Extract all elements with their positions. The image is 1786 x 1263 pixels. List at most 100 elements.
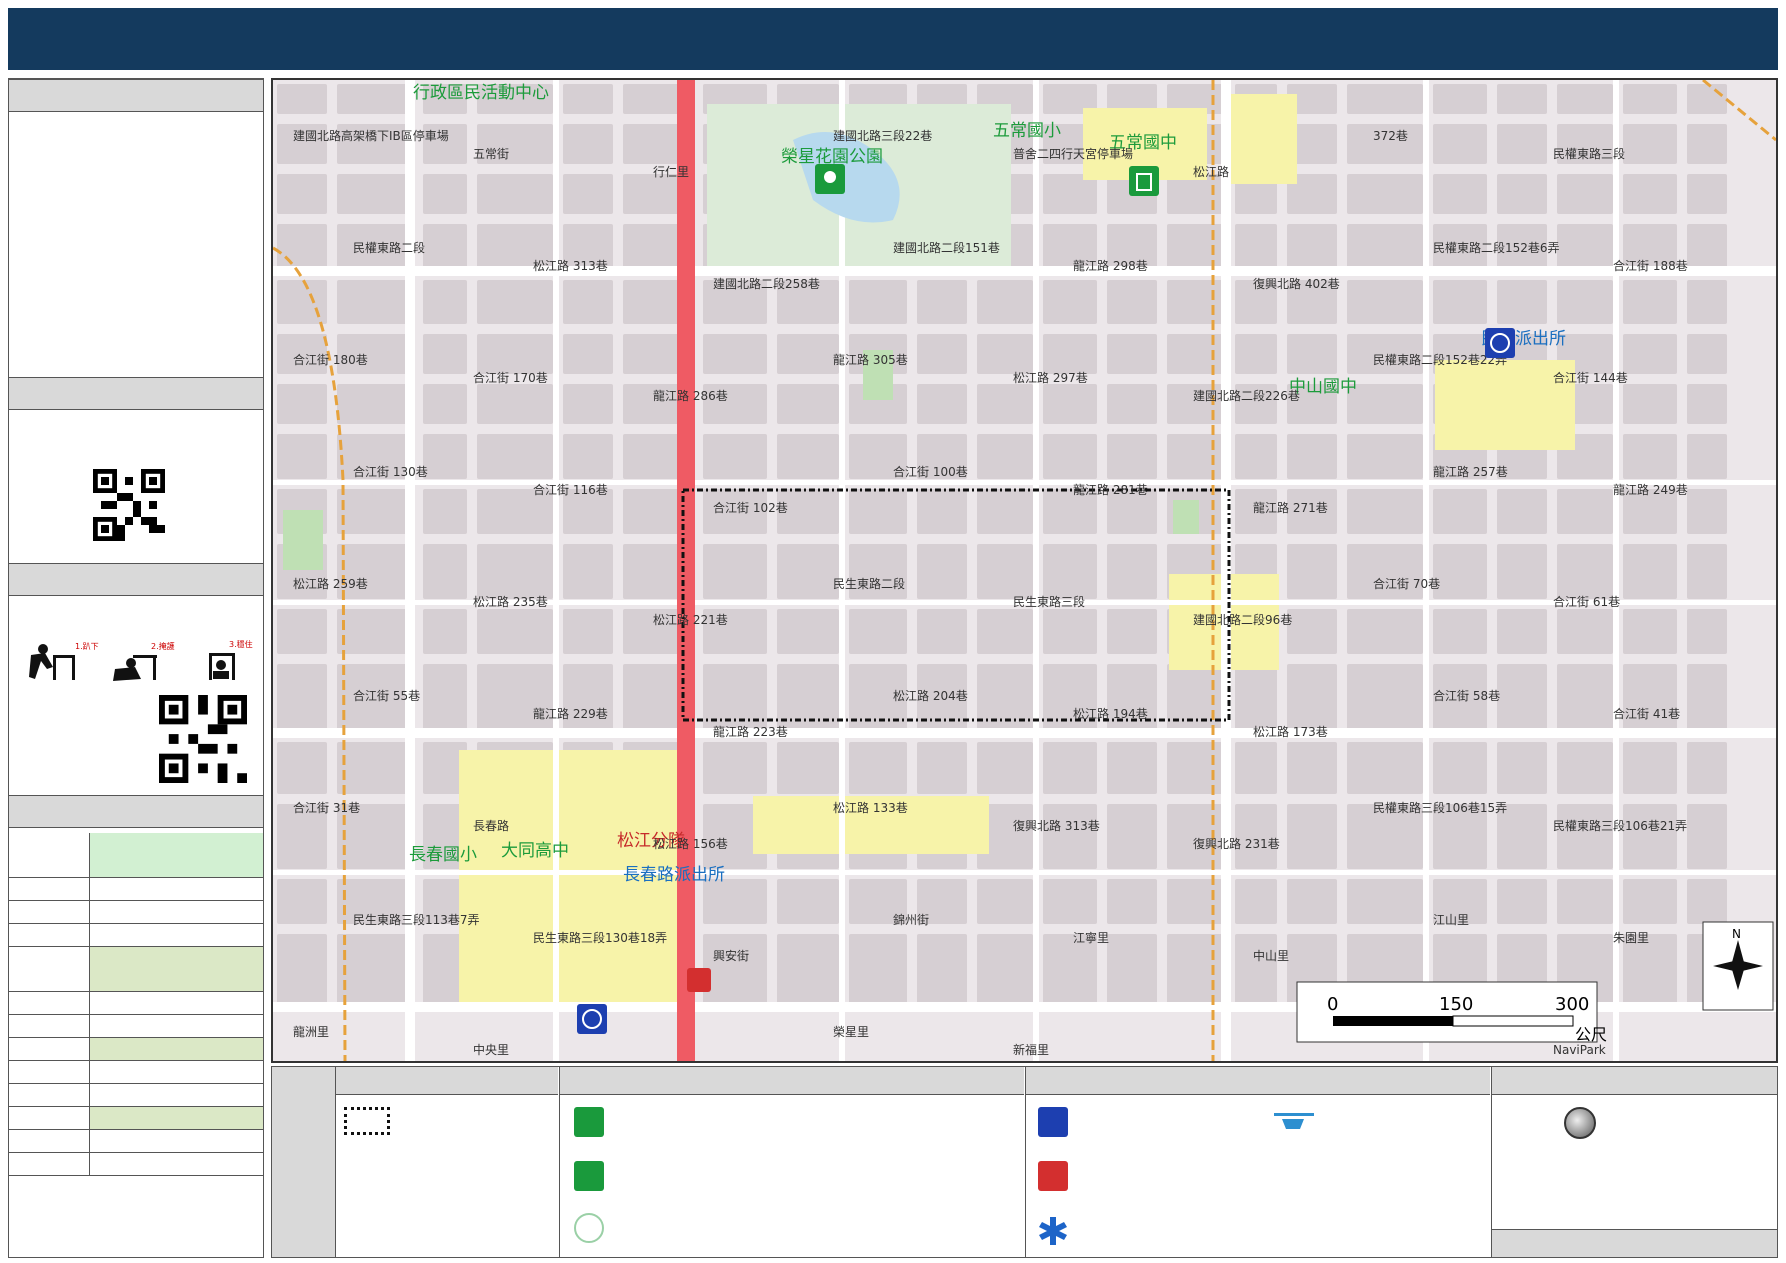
street-label: 372巷 [1373, 129, 1408, 143]
street-label: 建國北路高架橋下IB區停車場 [293, 128, 449, 143]
street-label: 松江路 204巷 [893, 688, 968, 703]
street-label: 中山里 [1253, 948, 1289, 963]
street-label: 松江路 297巷 [1013, 370, 1088, 385]
street-label: 龍江路 223巷 [713, 724, 788, 739]
scale-unit: 公尺 [1575, 1025, 1607, 1044]
step-cover-label: 2.掩護 [151, 641, 175, 651]
table-row [9, 947, 263, 992]
info-table [9, 833, 263, 1176]
street-label: 合江街 61巷 [1553, 594, 1620, 609]
map-area-label: 五常國小 [993, 121, 1061, 141]
street-label: 復興北路 231巷 [1193, 836, 1280, 851]
step-hold-label: 3.穩住 [229, 639, 253, 649]
street-label: 松江路 313巷 [533, 258, 608, 273]
map-area-label: 大同高中 [501, 841, 569, 861]
street-label: 龍江路 305巷 [833, 352, 908, 367]
table-row [9, 833, 263, 878]
street-label: 龍江路 281巷 [1073, 482, 1148, 497]
street-label: 江寧里 [1073, 930, 1109, 945]
scale-bar: 0 150 300 公尺 [1296, 981, 1607, 1044]
street-label: 龍江路 271巷 [1253, 500, 1328, 515]
qr-code-2-icon[interactable] [159, 695, 247, 783]
street-label: 建國北路二段96巷 [1193, 612, 1292, 627]
step-drop-label: 1.趴下 [75, 642, 99, 651]
scale-tick-300: 300 [1555, 994, 1589, 1015]
fire-icon [1038, 1161, 1068, 1191]
street-label: 長春路 [473, 818, 509, 833]
district-map[interactable]: 行政區民活動中心 榮星花園公園 五常國小 五常國中 中山國中 長春國小 大同高中 松江分隊 長春… [271, 78, 1778, 1063]
street-label: 松江路 173巷 [1253, 724, 1328, 739]
sidebar-section-header-2 [9, 377, 263, 410]
north-label: N [1732, 927, 1741, 941]
street-label: 建國北路三段22巷 [833, 128, 932, 143]
legend-col-other [1492, 1067, 1777, 1257]
drop-cover-hold-icon: 1.趴下 2.掩護 3.穩住 [29, 639, 253, 681]
street-label: 龍洲里 [293, 1024, 329, 1039]
street-label: 松江路 133巷 [833, 800, 908, 815]
police-icon [1038, 1107, 1068, 1137]
table-row [9, 1061, 263, 1084]
sidebar-section-header-4 [9, 795, 263, 828]
boundary-icon [344, 1107, 390, 1135]
street-label: 合江街 116巷 [533, 482, 608, 497]
evacuation-icon[interactable] [1129, 166, 1159, 196]
table-row [9, 1015, 263, 1038]
table-row [9, 1038, 263, 1061]
sidebar: 1.趴下 2.掩護 3.穩住 [8, 78, 264, 1258]
legend-col-shelter [560, 1067, 1026, 1257]
school-area [1225, 94, 1297, 184]
table-row [9, 901, 263, 924]
street-label: 合江街 144巷 [1553, 370, 1628, 385]
street-label: 龍江路 229巷 [533, 706, 608, 721]
street-label: 民生東路三段130巷18弄 [533, 930, 667, 945]
street-label: 合江街 130巷 [353, 464, 428, 479]
table-row [9, 1107, 263, 1130]
street-label: 龍江路 257巷 [1433, 464, 1508, 479]
street-label: 松江路 221巷 [653, 612, 728, 627]
street-label: 松江路 194巷 [1073, 706, 1148, 721]
legend-side [272, 1067, 336, 1257]
street-label: 龍江路 298巷 [1073, 258, 1148, 273]
street-label: 復興北路 313巷 [1013, 818, 1100, 833]
fire-station-icon[interactable] [687, 968, 711, 992]
railway-line [677, 80, 695, 1061]
map-legend [271, 1066, 1778, 1258]
map-area-label: 行政區民活動中心 [413, 83, 549, 103]
street-label: 合江街 188巷 [1613, 258, 1688, 273]
street-label: 普舍二四行天宮停車場 [1013, 146, 1133, 161]
street-label: 合江街 170巷 [473, 370, 548, 385]
street-label: 新福里 [1013, 1042, 1049, 1057]
table-row [9, 1153, 263, 1176]
street-label: 中央里 [473, 1042, 509, 1057]
street-label: 建國北路二段151巷 [893, 240, 1000, 255]
street-label: 行仁里 [653, 165, 689, 179]
scale-tick-150: 150 [1439, 994, 1473, 1015]
header-bar [8, 8, 1778, 70]
sidebar-section-header-3 [9, 563, 263, 596]
street-label: 民生東路二段 [833, 576, 905, 591]
street-label: 合江街 58巷 [1433, 688, 1500, 703]
street-label: 合江街 55巷 [353, 688, 420, 703]
street-label: 建國北路二段258巷 [713, 276, 820, 291]
street-label: 龍江路 249巷 [1613, 482, 1688, 497]
street-label: 合江街 70巷 [1373, 576, 1440, 591]
police-station-icon[interactable] [577, 1004, 607, 1034]
street-label: 合江街 102巷 [713, 500, 788, 515]
street-label: NaviPark [1553, 1043, 1606, 1057]
street-label: 松江路 235巷 [473, 594, 548, 609]
street-label: 興安街 [713, 948, 749, 963]
evacuation-icon [574, 1107, 604, 1137]
street-label: 松江路 [1193, 164, 1229, 179]
police-station-icon[interactable] [1485, 328, 1515, 358]
street-label: 民權東路三段106巷21弄 [1553, 818, 1687, 833]
street-label: 合江街 41巷 [1613, 706, 1680, 721]
street-label: 松江路 259巷 [293, 576, 368, 591]
street-label: 合江街 100巷 [893, 464, 968, 479]
qr-code-icon[interactable] [93, 469, 165, 541]
shelter-icon[interactable] [815, 164, 845, 194]
street-label: 松江路 156巷 [653, 836, 728, 851]
street-label: 合江街 180巷 [293, 352, 368, 367]
street-label: 朱園里 [1613, 931, 1649, 945]
table-row [9, 1084, 263, 1107]
map-area-label: 長春路派出所 [623, 865, 725, 885]
